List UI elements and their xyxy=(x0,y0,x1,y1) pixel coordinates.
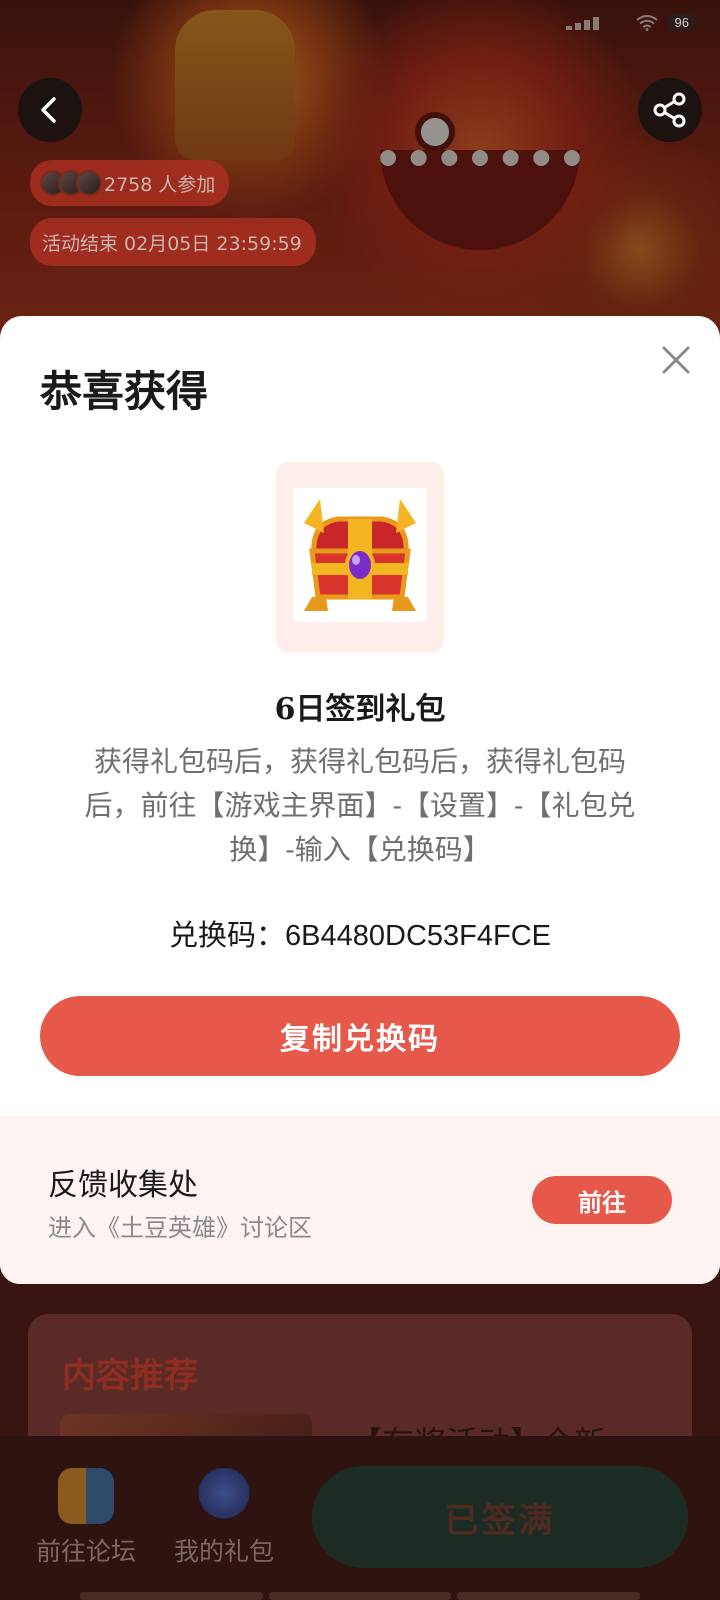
close-icon[interactable] xyxy=(656,340,696,380)
home-indicator xyxy=(80,1592,641,1600)
avatar xyxy=(76,170,102,196)
tab-my-gifts[interactable]: 我的礼包 xyxy=(164,1468,284,1568)
participants-pill: 2758 人参加 xyxy=(30,160,230,206)
reward-modal: 恭喜获得 6日签到礼包 获得礼包码后，获得礼包码后，获得礼包码后，前往【游戏主界… xyxy=(0,316,720,1284)
gift-description: 获得礼包码后，获得礼包码后，获得礼包码后，前往【游戏主界面】-【设置】-【礼包兑… xyxy=(84,745,636,866)
back-button[interactable] xyxy=(18,78,82,142)
gift-bag-icon xyxy=(196,1468,252,1524)
feedback-subtitle: 进入《土豆英雄》讨论区 xyxy=(48,1214,312,1242)
redeem-code-line: 兑换码：6B4480DC53F4FCE xyxy=(0,912,720,954)
banner-character xyxy=(175,10,295,160)
event-end-pill: 活动结束 02月05日 23:59:59 xyxy=(30,218,316,266)
tab-my-gifts-label: 我的礼包 xyxy=(173,1537,274,1566)
forum-icon xyxy=(58,1468,114,1524)
bottom-bar: 前往论坛 我的礼包 已签满 xyxy=(0,1436,720,1600)
copy-code-button[interactable]: 复制兑换码 xyxy=(40,996,680,1076)
recommend-title: 内容推荐 xyxy=(62,1356,198,1396)
gift-image-frame xyxy=(276,462,444,652)
status-bar: 96 xyxy=(565,14,696,31)
chevron-left-icon xyxy=(41,97,56,123)
redeem-code-label: 兑换码： xyxy=(169,918,286,952)
redeem-code-value: 6B4480DC53F4FCE xyxy=(285,920,551,952)
modal-title: 恭喜获得 xyxy=(40,367,209,416)
tab-forum-label: 前往论坛 xyxy=(35,1537,136,1566)
participants-count: 2758 人参加 xyxy=(104,173,216,196)
share-icon xyxy=(653,92,686,128)
banner-dragon-eye xyxy=(415,112,455,152)
treasure-chest-icon xyxy=(293,488,427,622)
go-to-forum-button[interactable]: 前往 xyxy=(532,1176,672,1224)
signal-icon xyxy=(565,16,626,30)
signed-full-button[interactable]: 已签满 xyxy=(312,1466,688,1568)
event-end-text: 活动结束 02月05日 23:59:59 xyxy=(42,232,302,255)
feedback-title: 反馈收集处 xyxy=(48,1168,198,1203)
participant-avatars xyxy=(40,170,102,196)
share-button[interactable] xyxy=(638,78,702,142)
battery-indicator: 96 xyxy=(667,14,696,31)
feedback-section: 反馈收集处 进入《土豆英雄》讨论区 前往 xyxy=(0,1116,720,1284)
tab-forum[interactable]: 前往论坛 xyxy=(26,1468,146,1568)
wifi-icon xyxy=(635,14,658,31)
gift-name: 6日签到礼包 xyxy=(274,692,446,727)
